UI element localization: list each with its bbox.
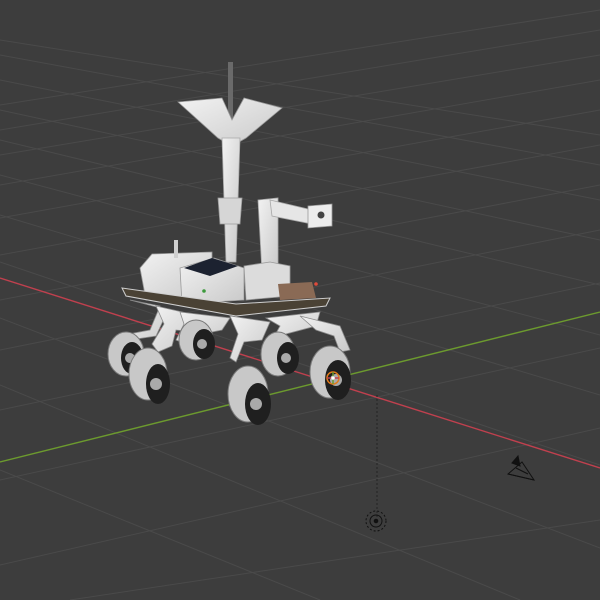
3d-viewport[interactable] — [0, 0, 600, 600]
sensor-block — [278, 282, 316, 300]
wheel-front-left — [128, 347, 170, 404]
camera-lens — [317, 211, 325, 219]
rover-model[interactable] — [107, 62, 351, 425]
rear-antenna — [174, 240, 178, 258]
camera-icon[interactable] — [506, 454, 536, 481]
status-led — [202, 289, 206, 293]
origin-gizmo-icon[interactable] — [326, 371, 340, 385]
light-icon[interactable] — [365, 510, 387, 532]
sensor-light — [314, 282, 318, 286]
viewport-canvas[interactable] — [0, 0, 600, 600]
mast-joint — [217, 197, 243, 225]
wheel-mid-right — [260, 331, 299, 377]
wheel-front-mid — [227, 365, 271, 425]
